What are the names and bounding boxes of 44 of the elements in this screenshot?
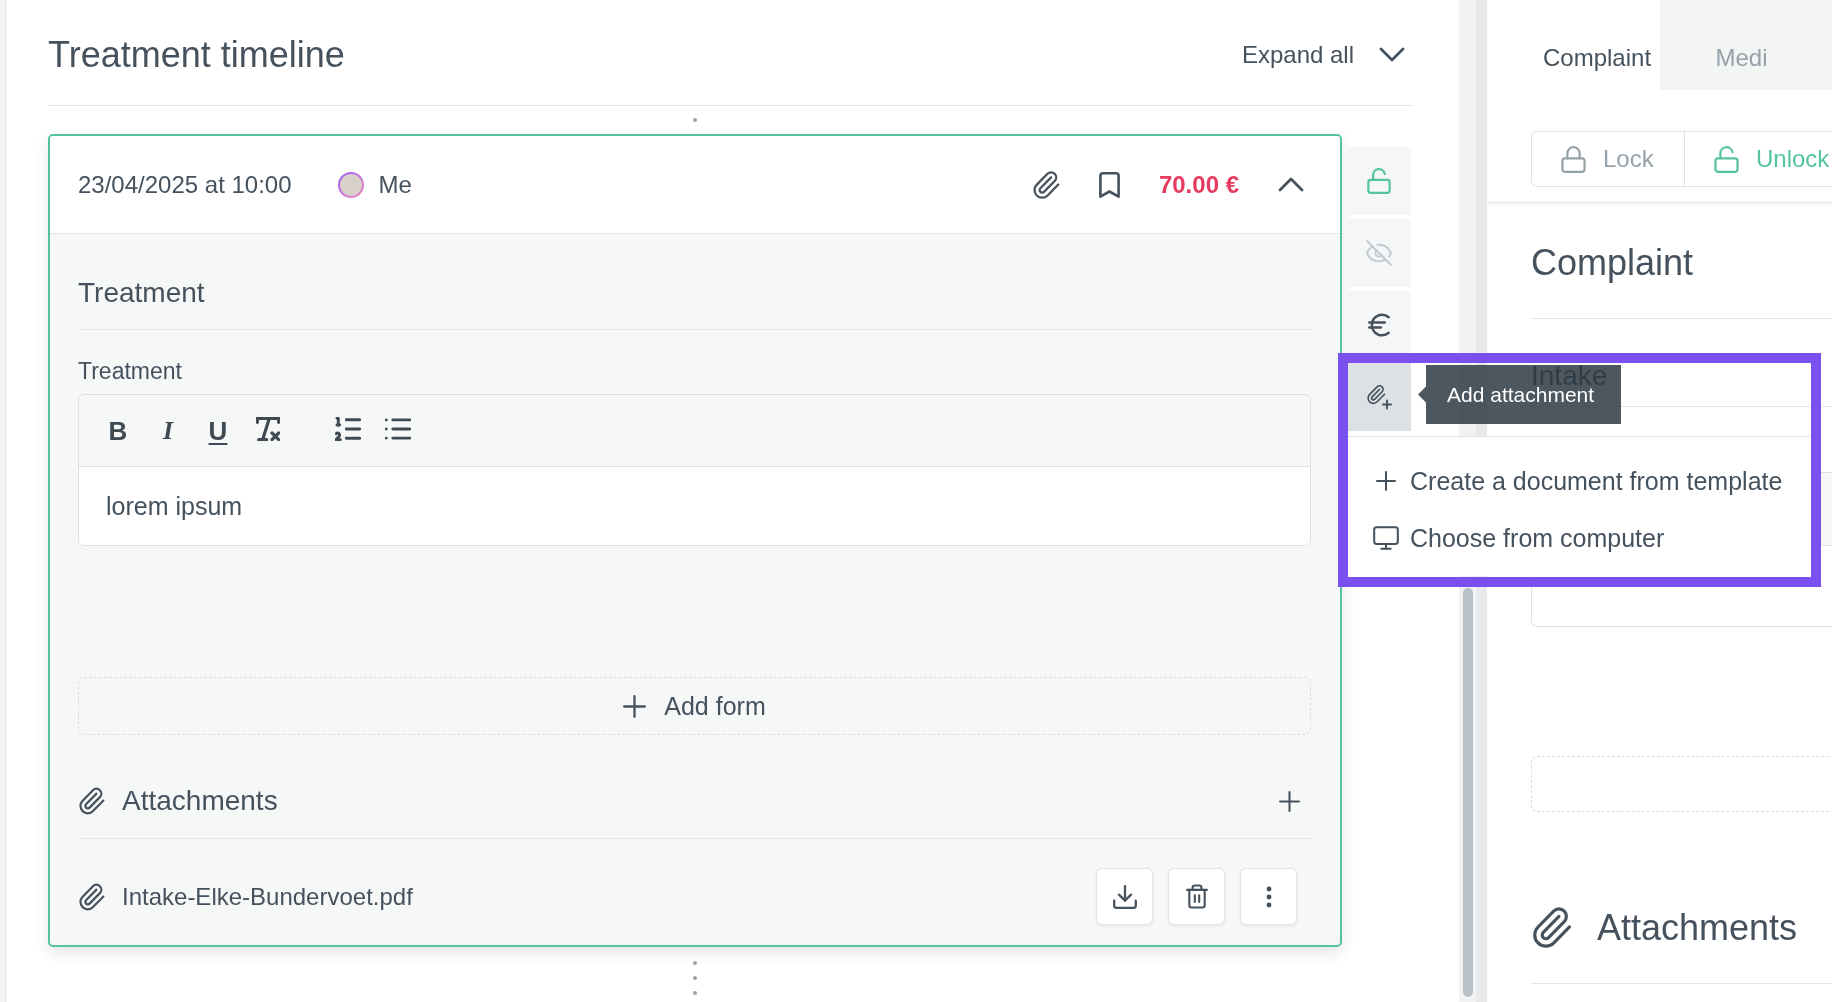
numbered-list-icon[interactable] [335,417,361,441]
author-name: Me [378,170,412,199]
editor-text-field[interactable]: lorem ipsum [79,467,1310,545]
add-form-button[interactable]: Add form [78,677,1311,735]
underline-button[interactable]: U [208,416,228,445]
paperclip-icon[interactable] [1031,170,1060,199]
avatar-icon [337,171,364,198]
bullet-list-icon[interactable] [385,418,411,440]
plus-icon [1376,471,1396,491]
paperclip-icon [78,787,105,815]
delete-button[interactable] [1168,868,1225,925]
menu-item[interactable]: Choose from computer [1354,513,1805,563]
trash-icon [1185,884,1208,909]
download-icon [1112,884,1137,909]
section-title: Attachments [122,785,278,817]
add-attachment-button[interactable] [1346,363,1411,431]
drag-handle-icon[interactable] [693,118,697,122]
section-heading: Attachments [1597,906,1798,949]
more-icon [1265,885,1272,908]
entry-date: 23/04/2025 at 10:00 [78,170,292,199]
page-title: Treatment timeline [48,32,345,77]
chevron-up-icon[interactable] [1278,177,1304,192]
open-lock-icon [1714,145,1739,173]
price-text: 70.00 € [1158,170,1239,199]
file-name: Intake-Elke-Bundervoet.pdf [122,882,413,911]
paperclip-icon [78,882,105,911]
paperclip-icon [1531,907,1572,948]
plus-icon[interactable] [1279,790,1300,812]
bookmark-icon[interactable] [1098,171,1120,198]
section-heading: Complaint [1531,203,1832,319]
scrollbar-thumb[interactable] [1462,588,1473,997]
italic-button[interactable]: I [162,416,174,445]
expand-all-button[interactable]: Expand all [1241,39,1405,70]
field-label: Treatment [78,359,183,383]
lock-icon [1561,145,1586,173]
download-button[interactable] [1096,868,1153,925]
chevron-down-icon [1379,47,1405,62]
monitor-icon [1373,526,1399,550]
plus-icon [623,694,647,718]
drag-handle-icon[interactable] [693,961,697,995]
menu-item[interactable]: Create a document from template [1354,456,1805,506]
section-title: Treatment [78,234,1311,330]
clear-format-icon[interactable] [256,417,280,441]
bold-button[interactable]: B [108,416,128,445]
